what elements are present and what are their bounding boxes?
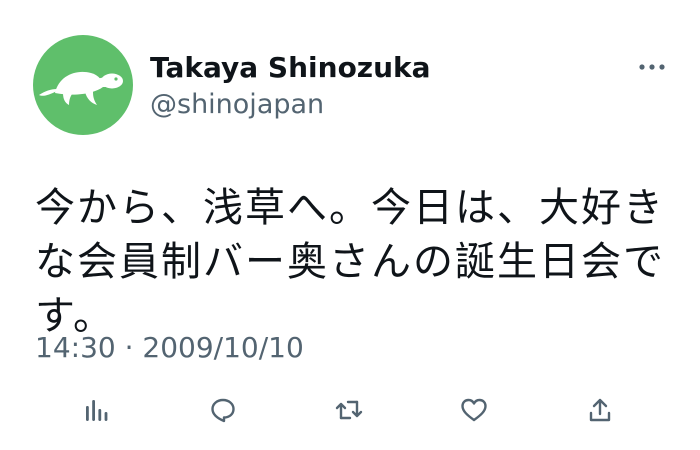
- share-icon: [589, 398, 611, 422]
- analytics-icon: [86, 400, 108, 421]
- reply-icon: [211, 398, 235, 423]
- display-name[interactable]: Takaya Shinozuka: [150, 50, 431, 86]
- more-icon: [639, 64, 665, 70]
- tweet-timestamp[interactable]: 14:30 · 2009/10/10: [35, 328, 304, 368]
- turtle-icon: [39, 71, 123, 105]
- action-bar: [0, 388, 700, 432]
- retweet-icon: [335, 400, 363, 420]
- like-icon: [461, 398, 487, 422]
- more-options-button[interactable]: [632, 52, 672, 82]
- like-button[interactable]: [452, 388, 496, 432]
- reply-button[interactable]: [201, 388, 245, 432]
- avatar[interactable]: [33, 35, 133, 135]
- view-analytics-button[interactable]: [74, 388, 118, 432]
- retweet-button[interactable]: [327, 388, 371, 432]
- tweet-text: 今から、浅草へ。今日は、大好きな会員制バー奥さんの誕生日会です。: [35, 185, 665, 339]
- user-handle[interactable]: @shinojapan: [150, 88, 324, 122]
- share-button[interactable]: [578, 388, 622, 432]
